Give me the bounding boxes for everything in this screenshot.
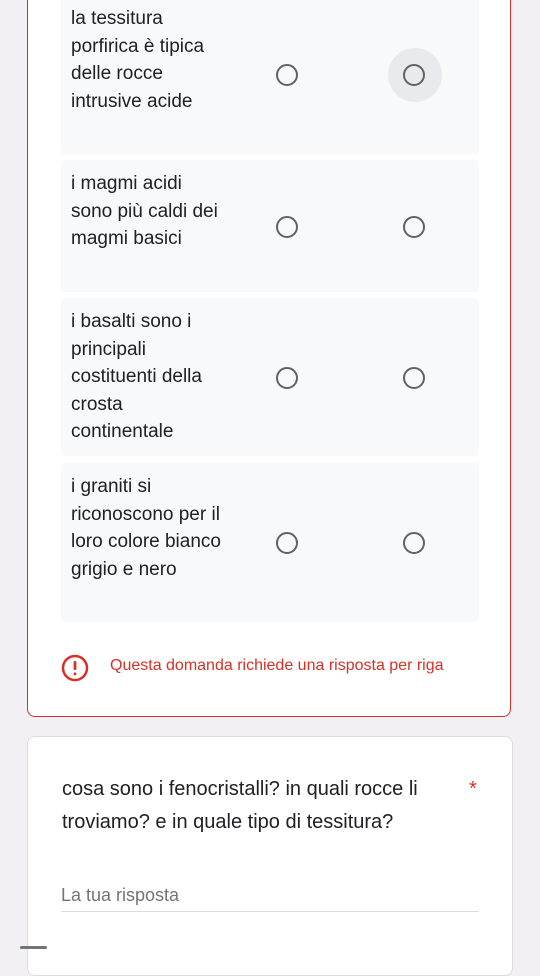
radio-option-1[interactable] bbox=[276, 532, 298, 554]
grid-row: i basalti sono i principali costituenti … bbox=[61, 298, 479, 456]
grid-row-label: la tessitura porfirica è tipica delle ro… bbox=[71, 8, 205, 112]
radio-option-2[interactable] bbox=[403, 216, 425, 238]
radio-option-2[interactable] bbox=[403, 532, 425, 554]
required-asterisk: * bbox=[469, 778, 477, 800]
exclamation-circle-icon bbox=[61, 654, 89, 682]
validation-error: Questa domanda richiede una risposta per… bbox=[61, 652, 481, 684]
radio-option-1[interactable] bbox=[276, 367, 298, 389]
radio-option-2[interactable] bbox=[403, 64, 425, 86]
question-title: cosa sono i fenocristalli? in quali rocc… bbox=[62, 778, 418, 833]
grid-row-label: i magmi acidi sono più caldi dei magmi b… bbox=[71, 173, 218, 249]
grid-row-label: i basalti sono i principali costituenti … bbox=[71, 311, 202, 442]
grid-row: la tessitura porfirica è tipica delle ro… bbox=[61, 0, 479, 154]
text-question-card: cosa sono i fenocristalli? in quali rocc… bbox=[27, 736, 513, 976]
radio-option-2[interactable] bbox=[403, 367, 425, 389]
grid-row: i magmi acidi sono più caldi dei magmi b… bbox=[61, 160, 479, 292]
error-message: Questa domanda richiede una risposta per… bbox=[110, 657, 444, 674]
grid-row-label: i graniti si riconoscono per il loro col… bbox=[71, 476, 221, 580]
radio-option-1[interactable] bbox=[276, 216, 298, 238]
answer-input[interactable] bbox=[61, 880, 479, 912]
grid-row: i graniti si riconoscono per il loro col… bbox=[61, 463, 479, 622]
radio-option-1[interactable] bbox=[276, 64, 298, 86]
